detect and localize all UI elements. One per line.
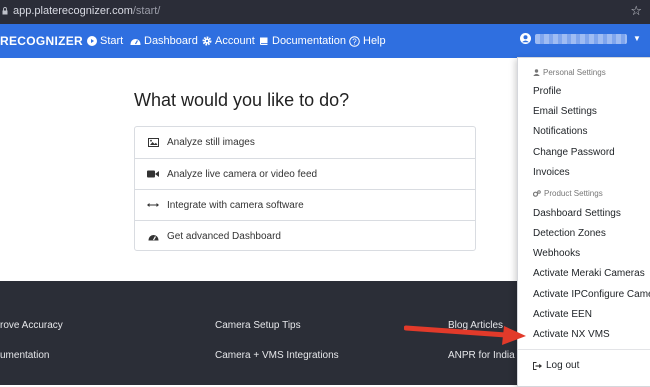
url-path: /start/ bbox=[132, 5, 161, 17]
play-circle-icon bbox=[87, 36, 97, 46]
user-avatar-icon bbox=[520, 33, 531, 44]
image-icon bbox=[147, 137, 159, 147]
personal-settings-label: Personal Settings bbox=[543, 68, 606, 77]
dashboard-gauge-icon bbox=[130, 39, 141, 45]
option-label: Get advanced Dashboard bbox=[167, 230, 281, 242]
footer-link[interactable]: Camera + VMS Integrations bbox=[215, 350, 339, 361]
url-host: app.platerecognizer.com bbox=[13, 5, 133, 17]
menu-item-activate-ipconfigure[interactable]: Activate IPConfigure Came bbox=[533, 289, 650, 300]
bookmark-star-icon[interactable]: ☆ bbox=[630, 3, 642, 19]
product-settings-label: Product Settings bbox=[544, 189, 603, 198]
personal-settings-header: Personal Settings bbox=[533, 68, 606, 77]
dashboard-gauge-icon bbox=[147, 231, 159, 241]
svg-text:?: ? bbox=[352, 37, 357, 46]
nav-dashboard[interactable]: Dashboard bbox=[130, 35, 198, 47]
menu-item-invoices[interactable]: Invoices bbox=[533, 167, 570, 178]
menu-item-notifications[interactable]: Notifications bbox=[533, 126, 587, 137]
lock-icon bbox=[2, 7, 8, 15]
menu-item-email-settings[interactable]: Email Settings bbox=[533, 106, 597, 117]
annotation-arrow-icon bbox=[404, 325, 526, 345]
cogs-icon bbox=[533, 190, 541, 197]
url-text[interactable]: app.platerecognizer.com/start/ bbox=[13, 5, 160, 17]
menu-item-webhooks[interactable]: Webhooks bbox=[533, 248, 580, 259]
gear-icon bbox=[202, 36, 212, 46]
nav-dashboard-label: Dashboard bbox=[144, 35, 198, 47]
footer-link[interactable]: umentation bbox=[0, 350, 49, 361]
footer-link[interactable]: Camera Setup Tips bbox=[215, 320, 301, 331]
nav-account-label: Account bbox=[215, 35, 255, 47]
menu-item-profile[interactable]: Profile bbox=[533, 86, 561, 97]
option-label: Integrate with camera software bbox=[167, 199, 304, 211]
menu-item-detection-zones[interactable]: Detection Zones bbox=[533, 228, 606, 239]
option-integrate-camera-software[interactable]: Integrate with camera software bbox=[135, 189, 475, 220]
sign-out-icon bbox=[533, 361, 542, 370]
nav-start-label: Start bbox=[100, 35, 124, 47]
menu-item-activate-meraki[interactable]: Activate Meraki Cameras bbox=[533, 268, 645, 279]
footer-link[interactable]: rove Accuracy bbox=[0, 320, 63, 331]
arrows-horizontal-icon bbox=[147, 200, 159, 210]
option-analyze-still-images[interactable]: Analyze still images bbox=[135, 127, 475, 157]
user-dropdown-menu: Personal Settings Profile Email Settings… bbox=[517, 57, 650, 387]
logout-label: Log out bbox=[546, 360, 580, 371]
nav-help[interactable]: ? Help bbox=[349, 35, 386, 47]
menu-divider bbox=[518, 349, 650, 350]
option-label: Analyze live camera or video feed bbox=[167, 168, 318, 180]
menu-item-logout[interactable]: Log out bbox=[533, 360, 579, 371]
video-camera-icon bbox=[147, 169, 159, 179]
user-menu-toggle[interactable]: ▼ bbox=[520, 33, 641, 44]
nav-documentation-label: Documentation bbox=[272, 35, 346, 47]
options-list: Analyze still images Analyze live camera… bbox=[134, 126, 476, 251]
caret-down-icon: ▼ bbox=[633, 34, 641, 43]
option-advanced-dashboard[interactable]: Get advanced Dashboard bbox=[135, 220, 475, 251]
user-icon bbox=[533, 69, 540, 76]
nav-account[interactable]: Account bbox=[202, 35, 255, 47]
user-email-redacted bbox=[535, 33, 627, 44]
menu-item-change-password[interactable]: Change Password bbox=[533, 147, 615, 158]
menu-item-activate-een[interactable]: Activate EEN bbox=[533, 309, 592, 320]
menu-item-activate-nx-vms[interactable]: Activate NX VMS bbox=[533, 329, 610, 340]
menu-item-dashboard-settings[interactable]: Dashboard Settings bbox=[533, 208, 621, 219]
page-title: What would you like to do? bbox=[134, 90, 350, 110]
question-circle-icon: ? bbox=[349, 35, 360, 47]
nav-help-label: Help bbox=[363, 35, 386, 47]
book-icon bbox=[260, 37, 268, 45]
nav-start[interactable]: Start bbox=[87, 35, 123, 47]
option-label: Analyze still images bbox=[167, 136, 255, 148]
option-analyze-live-camera[interactable]: Analyze live camera or video feed bbox=[135, 158, 475, 189]
browser-address-bar[interactable]: app.platerecognizer.com/start/ ☆ bbox=[0, 0, 650, 24]
footer-link[interactable]: ANPR for India bbox=[448, 350, 515, 361]
app-navbar: RECOGNIZER Start Dashboard Account Docum… bbox=[0, 24, 650, 58]
product-settings-header: Product Settings bbox=[533, 189, 603, 198]
brand-logo-text[interactable]: RECOGNIZER bbox=[0, 34, 83, 48]
nav-documentation[interactable]: Documentation bbox=[259, 35, 346, 47]
